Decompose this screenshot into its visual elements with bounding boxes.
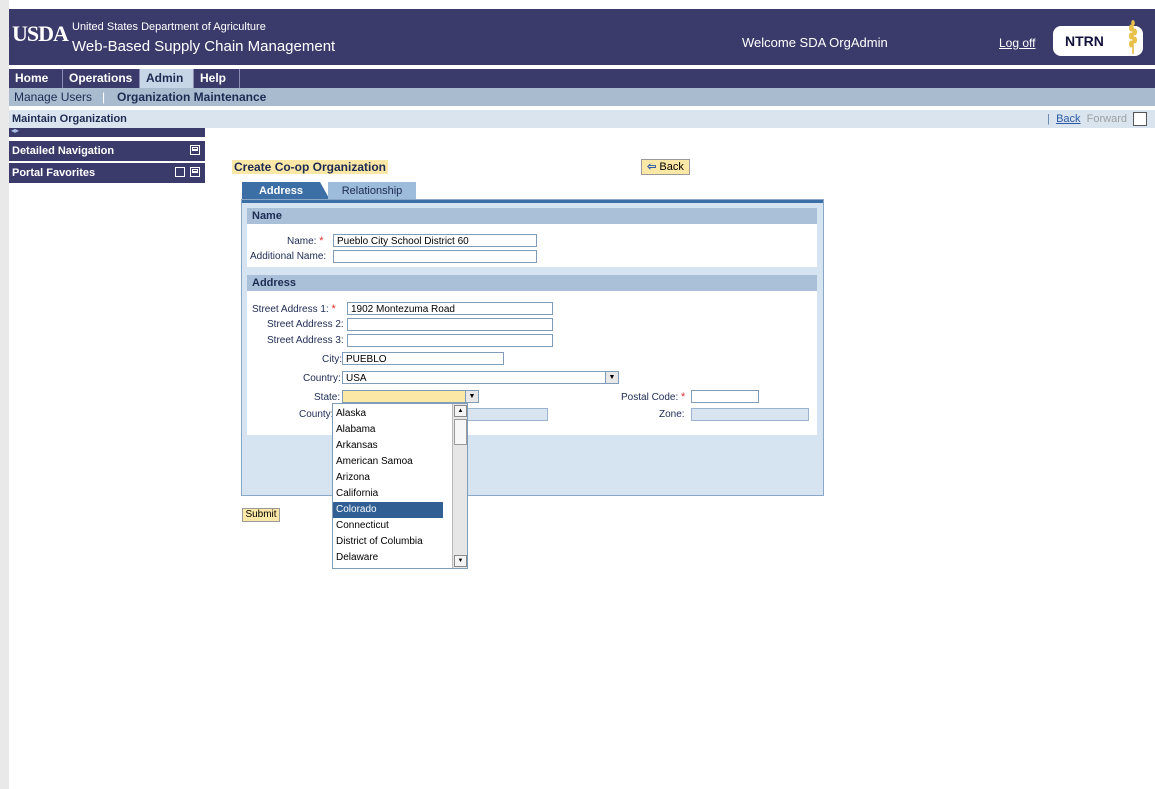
state-select[interactable]: ▼ xyxy=(342,390,479,403)
country-value: USA xyxy=(346,373,367,384)
tab-admin[interactable]: Admin xyxy=(140,69,194,88)
history-separator: | xyxy=(1047,113,1050,125)
detailed-navigation-label: Detailed Navigation xyxy=(12,145,115,157)
back-button-label: Back xyxy=(659,161,684,173)
left-edge xyxy=(0,0,9,789)
street3-label: Street Address 3: xyxy=(267,335,344,346)
county-label: County: xyxy=(299,409,334,420)
state-option-delaware[interactable]: Delaware xyxy=(333,550,443,566)
page-title-bar: Maintain Organization | Back Forward xyxy=(9,110,1155,128)
address-panel: Name Name: * Pueblo City School District… xyxy=(241,199,824,496)
postal-code-label: Postal Code: * xyxy=(621,391,686,403)
chevron-down-icon[interactable]: ▼ xyxy=(605,372,618,383)
additional-name-label: Additional Name: xyxy=(250,251,327,262)
app-header: USDA United States Department of Agricul… xyxy=(9,9,1155,65)
ntrn-label: NTRN xyxy=(1065,33,1104,49)
page-menu-icon[interactable] xyxy=(1133,112,1147,126)
subnav-separator: | xyxy=(102,90,106,104)
submit-button[interactable]: Submit xyxy=(242,508,280,522)
state-option-american-samoa[interactable]: American Samoa xyxy=(333,454,443,470)
sub-navigation: Manage Users | Organization Maintenance xyxy=(9,88,1155,106)
dropdown-scrollbar[interactable]: ▲ ▼ xyxy=(452,404,467,568)
state-option-arizona[interactable]: Arizona xyxy=(333,470,443,486)
zone-input xyxy=(691,408,809,421)
menu-icon[interactable] xyxy=(175,167,185,177)
window-icon[interactable] xyxy=(190,145,200,155)
ntrn-badge: NTRN xyxy=(1053,20,1143,56)
back-arrow-icon: ⇦ xyxy=(647,161,657,173)
welcome-text: Welcome SDA OrgAdmin xyxy=(742,35,888,50)
page-title: Create Co-op Organization xyxy=(232,160,389,174)
state-option-arkansas[interactable]: Arkansas xyxy=(333,438,443,454)
history-nav: | Back Forward xyxy=(1047,110,1127,128)
left-panel-toolbar: ◂▸ xyxy=(9,126,205,137)
city-input[interactable]: PUEBLO xyxy=(342,352,504,365)
subnav-organization-maintenance[interactable]: Organization Maintenance xyxy=(117,88,266,106)
state-option-california[interactable]: California xyxy=(333,486,443,502)
back-button[interactable]: ⇦ Back xyxy=(641,159,690,175)
tab-help[interactable]: Help xyxy=(194,69,240,88)
collapse-arrows-icon[interactable]: ◂▸ xyxy=(11,126,19,135)
additional-name-input[interactable] xyxy=(333,250,537,263)
page-heading: Maintain Organization xyxy=(12,113,127,125)
subnav-manage-users[interactable]: Manage Users xyxy=(14,88,92,106)
tab-relationship[interactable]: Relationship xyxy=(328,182,416,200)
tab-operations[interactable]: Operations xyxy=(63,69,140,88)
state-option-alabama[interactable]: Alabama xyxy=(333,422,443,438)
postal-code-input[interactable] xyxy=(691,390,759,403)
state-option-alaska[interactable]: Alaska xyxy=(333,406,443,422)
tab-home[interactable]: Home xyxy=(9,69,63,88)
name-section: Name Name: * Pueblo City School District… xyxy=(247,208,817,267)
portal-favorites-header[interactable]: Portal Favorites xyxy=(9,163,205,183)
name-section-heading: Name xyxy=(247,208,817,224)
detailed-navigation-header[interactable]: Detailed Navigation xyxy=(9,141,205,161)
state-option-colorado[interactable]: Colorado xyxy=(333,502,443,518)
portal-favorites-label: Portal Favorites xyxy=(12,167,96,179)
zone-label: Zone: xyxy=(659,409,685,420)
history-forward-link[interactable]: Forward xyxy=(1087,113,1127,125)
street1-input[interactable]: 1902 Montezuma Road xyxy=(347,302,553,315)
usda-logo: USDA xyxy=(12,21,69,46)
address-section-heading: Address xyxy=(247,275,817,291)
name-input[interactable]: Pueblo City School District 60 xyxy=(333,234,537,247)
country-select[interactable]: USA ▼ xyxy=(342,371,619,384)
logoff-link[interactable]: Log off xyxy=(999,36,1035,50)
scroll-down-arrow-icon[interactable]: ▼ xyxy=(454,555,467,567)
window-icon[interactable] xyxy=(190,167,200,177)
scroll-up-arrow-icon[interactable]: ▲ xyxy=(454,405,467,417)
street2-input[interactable] xyxy=(347,318,553,331)
wheat-icon xyxy=(1129,20,1137,54)
tab-address[interactable]: Address xyxy=(242,182,330,200)
street2-label: Street Address 2: xyxy=(267,319,344,330)
state-option-connecticut[interactable]: Connecticut xyxy=(333,518,443,534)
state-dropdown-list[interactable]: Alaska Alabama Arkansas American Samoa A… xyxy=(332,403,468,569)
chevron-down-icon[interactable]: ▼ xyxy=(465,391,478,402)
top-navigation: Home Operations Admin Help xyxy=(9,69,1155,88)
street3-input[interactable] xyxy=(347,334,553,347)
history-back-link[interactable]: Back xyxy=(1056,113,1080,125)
state-option-district-of-columbia[interactable]: District of Columbia xyxy=(333,534,443,550)
panel-accent-line xyxy=(242,200,823,203)
street1-label: Street Address 1: * xyxy=(252,303,336,315)
scroll-thumb[interactable] xyxy=(454,419,467,445)
department-name: United States Department of Agriculture xyxy=(72,21,266,33)
name-label: Name: * xyxy=(287,235,324,247)
app-name: Web-Based Supply Chain Management xyxy=(72,38,336,55)
